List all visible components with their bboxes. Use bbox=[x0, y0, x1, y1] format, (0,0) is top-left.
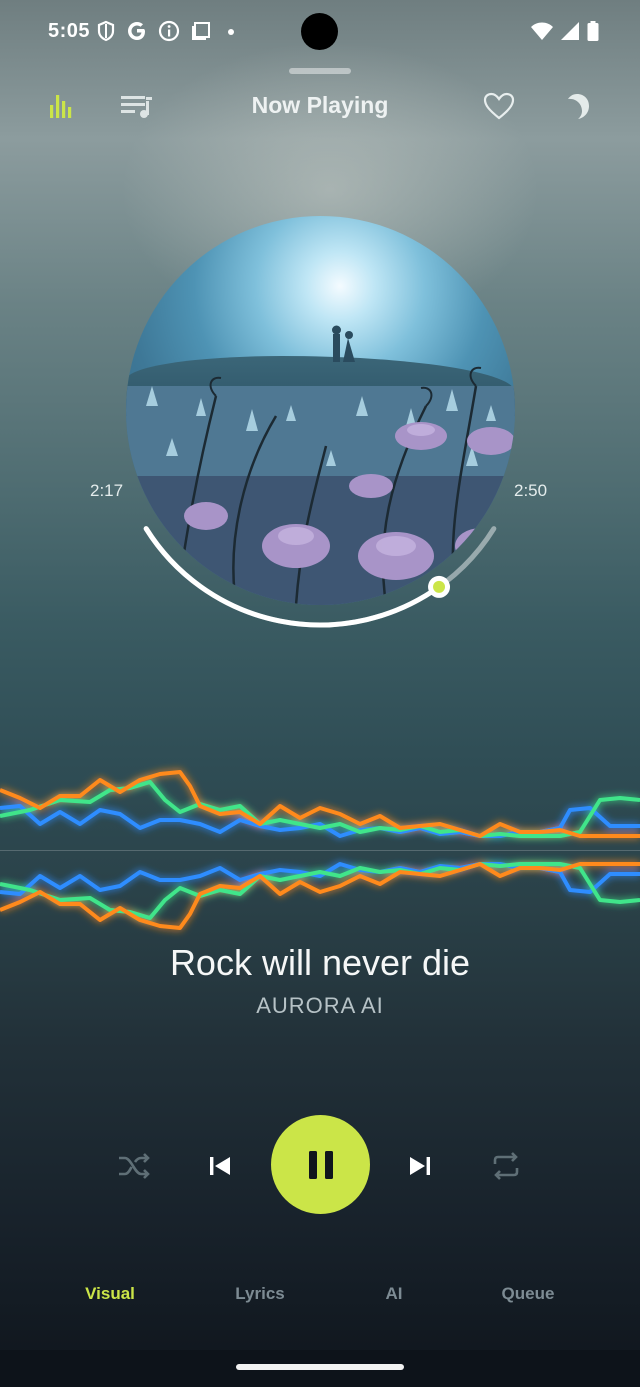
status-icons bbox=[96, 20, 240, 42]
audio-visualizer bbox=[0, 770, 640, 930]
song-title: Rock will never die bbox=[169, 942, 471, 983]
next-icon bbox=[410, 1157, 430, 1175]
dot-icon bbox=[228, 29, 234, 35]
previous-icon bbox=[210, 1157, 230, 1175]
sheet-handle[interactable] bbox=[289, 68, 351, 74]
play-pause-button[interactable] bbox=[271, 1115, 370, 1214]
wifi-icon bbox=[531, 22, 553, 40]
moon-icon bbox=[568, 94, 589, 119]
tab-lyrics[interactable]: Lyrics bbox=[200, 1284, 320, 1304]
shuffle-icon bbox=[119, 1153, 150, 1179]
bottom-tabs: Visual Lyrics AI Queue bbox=[0, 1284, 640, 1308]
top-bar: Now Playing bbox=[0, 80, 640, 132]
home-indicator[interactable] bbox=[236, 1364, 404, 1370]
repeat-icon bbox=[493, 1152, 519, 1180]
progress-fill bbox=[143, 526, 442, 628]
theme-button[interactable] bbox=[559, 88, 595, 124]
camera-cutout bbox=[301, 13, 338, 50]
pause-icon bbox=[308, 1150, 333, 1179]
visualizer-baseline bbox=[0, 850, 640, 851]
page-title: Now Playing bbox=[251, 92, 389, 118]
google-icon bbox=[128, 22, 145, 40]
status-right-icons bbox=[530, 20, 600, 42]
battery-icon bbox=[587, 21, 599, 41]
info-icon bbox=[158, 20, 180, 42]
progress-arc[interactable] bbox=[100, 200, 540, 640]
screenshot-icon bbox=[192, 22, 210, 40]
status-time: 5:05 bbox=[48, 20, 91, 42]
status-bar: 5:05 bbox=[0, 0, 640, 64]
elapsed-time: 2:17 bbox=[90, 481, 124, 500]
next-button[interactable] bbox=[398, 1144, 442, 1188]
repeat-button[interactable] bbox=[484, 1144, 528, 1188]
shield-icon bbox=[97, 20, 115, 42]
artist-name[interactable]: AURORA AI bbox=[0, 993, 640, 1019]
shuffle-button[interactable] bbox=[112, 1144, 156, 1188]
tab-queue[interactable]: Queue bbox=[468, 1284, 588, 1304]
heart-icon bbox=[483, 92, 515, 120]
previous-button[interactable] bbox=[198, 1144, 242, 1188]
favorite-button[interactable] bbox=[481, 88, 517, 124]
total-duration: 2:50 bbox=[514, 481, 548, 500]
signal-icon bbox=[561, 22, 579, 40]
tab-visual[interactable]: Visual bbox=[50, 1284, 170, 1304]
progress-thumb-dot bbox=[433, 580, 446, 593]
tab-ai[interactable]: AI bbox=[334, 1284, 454, 1304]
